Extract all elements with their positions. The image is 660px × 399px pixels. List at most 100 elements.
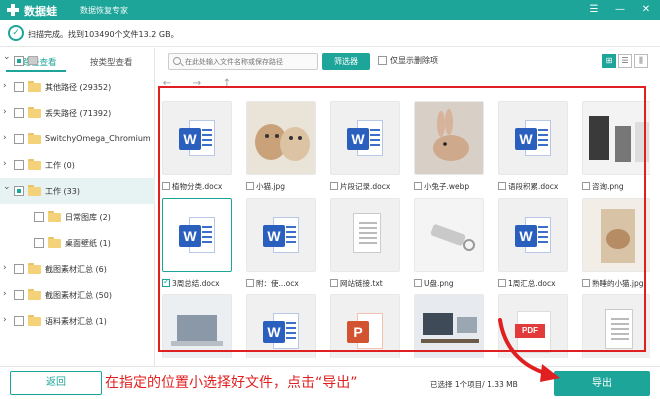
close-button[interactable]: ✕ (638, 2, 654, 18)
file-checkbox[interactable] (582, 279, 590, 287)
chevron-right-icon[interactable]: › (3, 81, 7, 91)
chevron-right-icon[interactable]: › (3, 289, 7, 299)
file-checkbox[interactable] (414, 182, 422, 190)
tree-item[interactable]: › 语料素材汇总 (1) (0, 308, 155, 334)
file-thumbnail[interactable] (582, 101, 650, 175)
file-checkbox[interactable] (246, 279, 254, 287)
tree-item-checkbox[interactable] (14, 290, 24, 300)
folder-icon (28, 263, 41, 274)
tree-item-checkbox[interactable] (14, 108, 24, 118)
text-file-icon (605, 309, 633, 349)
tree-item-label: 截图素材汇总 (50) (45, 291, 112, 300)
file-thumbnail[interactable]: W (246, 198, 316, 272)
word-doc-icon: W (263, 217, 299, 257)
tree-item-checkbox[interactable] (14, 186, 24, 196)
grid-view-icon[interactable]: ⊞ (602, 54, 616, 68)
tree-item-checkbox[interactable] (14, 160, 24, 170)
tree-item-checkbox[interactable] (34, 212, 44, 222)
chevron-right-icon[interactable]: › (3, 107, 7, 117)
tree-item[interactable]: › 工作 (0) (0, 152, 155, 178)
file-checkbox[interactable] (162, 278, 170, 287)
up-arrow-icon[interactable]: ↑ (220, 78, 234, 89)
chevron-right-icon[interactable]: › (3, 315, 7, 325)
image-preview (583, 199, 650, 271)
file-name: 附：使...ocx (256, 279, 299, 288)
tree-item-checkbox[interactable] (14, 56, 24, 66)
minimize-button[interactable]: — (612, 2, 628, 18)
folder-icon (48, 211, 61, 222)
file-thumbnail[interactable] (246, 101, 316, 175)
window-controls: ☰ — ✕ (586, 2, 654, 18)
file-thumbnail[interactable] (330, 198, 400, 272)
file-checkbox[interactable] (582, 182, 590, 190)
annotation-text: 在指定的位置小选择好文件，点击“导出” (105, 375, 358, 391)
back-button[interactable]: 返回 (10, 371, 102, 395)
app-logo-icon (6, 3, 20, 17)
file-checkbox[interactable] (162, 182, 170, 190)
file-thumbnail[interactable]: W (162, 101, 232, 175)
file-label: 小猫.jpg (246, 181, 320, 193)
file-thumbnail[interactable] (414, 198, 484, 272)
text-file-icon (353, 213, 381, 253)
tree-item[interactable]: 桌面壁纸 (1) (0, 230, 155, 256)
check-circle-icon: ✓ (8, 25, 24, 41)
tree-item-checkbox[interactable] (14, 316, 24, 326)
file-label: 语段积累.docx (498, 181, 572, 193)
only-deleted-checkbox[interactable] (378, 56, 387, 65)
folder-icon (28, 289, 41, 300)
tree-item[interactable]: › 截图素材汇总 (6) (0, 256, 155, 282)
detail-view-icon[interactable]: ⫼ (634, 54, 648, 68)
file-checkbox[interactable] (414, 279, 422, 287)
file-thumbnail[interactable]: W (330, 101, 400, 175)
chevron-right-icon[interactable]: › (3, 263, 7, 273)
file-checkbox[interactable] (246, 182, 254, 190)
chevron-right-icon[interactable]: › (3, 159, 7, 169)
file-thumbnail[interactable] (582, 198, 650, 272)
search-input[interactable] (185, 56, 313, 68)
tree-item[interactable]: › 其他路径 (29352) (0, 74, 155, 100)
file-name: 咨询.png (592, 182, 624, 191)
folder-icon (28, 107, 41, 118)
file-label: 附：使...ocx (246, 278, 320, 290)
tree-item[interactable]: ⌄ 工作 (33) (0, 178, 155, 204)
file-thumbnail[interactable]: W (498, 101, 568, 175)
file-thumbnail[interactable]: P (330, 294, 400, 358)
tree-item-checkbox[interactable] (14, 134, 24, 144)
folder-icon (28, 133, 41, 144)
tree-item-checkbox[interactable] (34, 238, 44, 248)
file-checkbox[interactable] (330, 279, 338, 287)
word-doc-icon: W (515, 120, 551, 160)
file-checkbox[interactable] (498, 279, 506, 287)
tree-item[interactable]: ⌄ (0, 48, 155, 74)
tree-item[interactable]: › 截图素材汇总 (50) (0, 282, 155, 308)
tree-item[interactable]: › 丢失路径 (71392) (0, 100, 155, 126)
filter-button[interactable]: 筛选器 (322, 53, 370, 70)
file-thumbnail[interactable] (582, 294, 650, 358)
file-thumbnail[interactable]: W (246, 294, 316, 358)
tree-item-checkbox[interactable] (14, 82, 24, 92)
back-arrow-icon[interactable]: ← (160, 78, 174, 89)
hamburger-icon[interactable]: ☰ (586, 2, 602, 18)
chevron-down-icon[interactable]: ⌄ (3, 182, 11, 192)
file-thumbnail[interactable]: W (498, 198, 568, 272)
file-thumbnail[interactable]: W (162, 198, 232, 272)
tree-item[interactable]: › SwitchyOmega_Chromium (0, 126, 155, 152)
list-view-icon[interactable]: ☰ (618, 54, 632, 68)
tree-item-label: 工作 (0) (45, 161, 75, 170)
forward-arrow-icon[interactable]: → (190, 78, 204, 89)
only-deleted-toggle[interactable]: 仅显示删除项 (378, 55, 438, 66)
tree-item[interactable]: 日常图库 (2) (0, 204, 155, 230)
file-thumbnail[interactable] (414, 101, 484, 175)
ppt-file-icon: P (347, 313, 383, 353)
file-checkbox[interactable] (330, 182, 338, 190)
sidebar: 按路径查看 按类型查看 ⌄›其他路径 (29352)›丢失路径 (71392)›… (0, 48, 155, 366)
file-checkbox[interactable] (498, 182, 506, 190)
file-thumbnail[interactable] (162, 294, 232, 358)
file-thumbnail[interactable] (414, 294, 484, 358)
folder-icon (48, 237, 61, 248)
chevron-right-icon[interactable]: › (3, 133, 7, 143)
folder-icon (28, 81, 41, 92)
tree-item-checkbox[interactable] (14, 264, 24, 274)
tree-item-label: 语料素材汇总 (1) (45, 317, 107, 326)
chevron-down-icon[interactable]: ⌄ (3, 52, 11, 62)
